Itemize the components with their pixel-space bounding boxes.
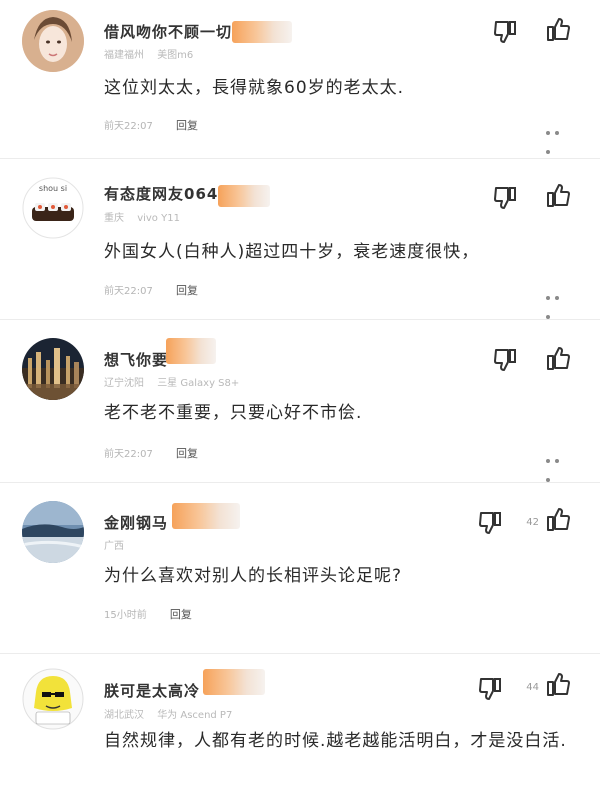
- device: vivo Y11: [137, 213, 180, 224]
- username[interactable]: 朕可是太高冷: [104, 680, 200, 701]
- comment-meta: 重庆 vivo Y11: [104, 209, 190, 224]
- user-badge: [218, 185, 270, 207]
- user-badge: [203, 669, 265, 695]
- comment-text: 外国女人(白种人)超过四十岁，衰老速度很快，: [104, 242, 480, 262]
- comment-item: 借风吻你不顾一切 福建福州 美图m6 这位刘太太，長得就象60岁的老太太. 前天…: [0, 0, 600, 159]
- comment-footer: 前天22:07 回复: [104, 282, 198, 298]
- location: 广西: [104, 541, 124, 552]
- reply-button[interactable]: 回复: [176, 447, 198, 460]
- comment-item: 金刚钢马 广西 42 为什么喜欢对别人的长相评头论足呢? 15小时前 回复: [0, 483, 600, 654]
- comment-text: 老不老不重要，只要心好不市侩.: [104, 403, 363, 423]
- thumbs-up-icon[interactable]: [544, 344, 572, 372]
- thumbs-up-icon[interactable]: [544, 505, 572, 533]
- location: 福建福州: [104, 50, 144, 61]
- avatar[interactable]: [22, 10, 84, 72]
- location: 湖北武汉: [104, 710, 144, 721]
- reply-button[interactable]: 回复: [176, 119, 198, 132]
- thumbs-up-icon[interactable]: [544, 15, 572, 43]
- device: 三星 Galaxy S8+: [157, 378, 240, 389]
- comment-text: 自然规律，人都有老的时候.越老越能活明白，才是没白活.: [104, 731, 567, 751]
- comment-footer: 15小时前 回复: [104, 606, 192, 622]
- comment-feed: 借风吻你不顾一切 福建福州 美图m6 这位刘太太，長得就象60岁的老太太. 前天…: [0, 0, 600, 789]
- comment-item: shou si 有态度网友0643l2 重庆 vivo Y11 外国女人(白种人…: [0, 159, 600, 320]
- comment-footer: 前天22:07 回复: [104, 117, 198, 133]
- user-badge: [166, 338, 216, 364]
- thumbs-down-icon[interactable]: [492, 184, 520, 212]
- avatar[interactable]: [22, 338, 84, 400]
- username[interactable]: 金刚钢马: [104, 512, 168, 533]
- timestamp: 前天22:07: [104, 286, 153, 297]
- avatar[interactable]: [22, 668, 84, 730]
- timestamp: 15小时前: [104, 610, 147, 621]
- comment-meta: 福建福州 美图m6: [104, 46, 203, 61]
- comment-item: 朕可是太高冷 湖北武汉 华为 Ascend P7 44 自然规律，人都有老的时候…: [0, 654, 600, 789]
- like-count: 42: [526, 517, 539, 528]
- comment-item: 想飞你要 辽宁沈阳 三星 Galaxy S8+ 老不老不重要，只要心好不市侩. …: [0, 320, 600, 483]
- avatar[interactable]: [22, 501, 84, 563]
- comment-text: 为什么喜欢对别人的长相评头论足呢?: [104, 566, 403, 586]
- location: 重庆: [104, 213, 124, 224]
- timestamp: 前天22:07: [104, 121, 153, 132]
- avatar[interactable]: shou si: [22, 177, 84, 239]
- more-dots-icon[interactable]: [546, 120, 572, 154]
- location: 辽宁沈阳: [104, 378, 144, 389]
- reply-button[interactable]: 回复: [170, 608, 192, 621]
- comment-meta: 湖北武汉 华为 Ascend P7: [104, 706, 242, 721]
- timestamp: 前天22:07: [104, 449, 153, 460]
- more-dots-icon[interactable]: [546, 285, 572, 319]
- comment-footer: 前天22:07 回复: [104, 445, 198, 461]
- device: 美图m6: [157, 50, 194, 61]
- reply-button[interactable]: 回复: [176, 284, 198, 297]
- user-badge: [232, 21, 292, 43]
- username[interactable]: 借风吻你不顾一切: [104, 21, 232, 42]
- more-dots-icon[interactable]: [546, 448, 572, 482]
- thumbs-down-icon[interactable]: [477, 509, 505, 537]
- username[interactable]: 想飞你要: [104, 349, 168, 370]
- thumbs-up-icon[interactable]: [544, 670, 572, 698]
- like-count: 44: [526, 682, 539, 693]
- thumbs-up-icon[interactable]: [544, 181, 572, 209]
- thumbs-down-icon[interactable]: [477, 675, 505, 703]
- thumbs-down-icon[interactable]: [492, 18, 520, 46]
- device: 华为 Ascend P7: [157, 710, 233, 721]
- comment-meta: 辽宁沈阳 三星 Galaxy S8+: [104, 374, 249, 389]
- user-badge: [172, 503, 240, 529]
- thumbs-down-icon[interactable]: [492, 346, 520, 374]
- avatar-text: shou si: [38, 184, 68, 193]
- comment-meta: 广西: [104, 537, 134, 552]
- comment-text: 这位刘太太，長得就象60岁的老太太.: [104, 78, 405, 98]
